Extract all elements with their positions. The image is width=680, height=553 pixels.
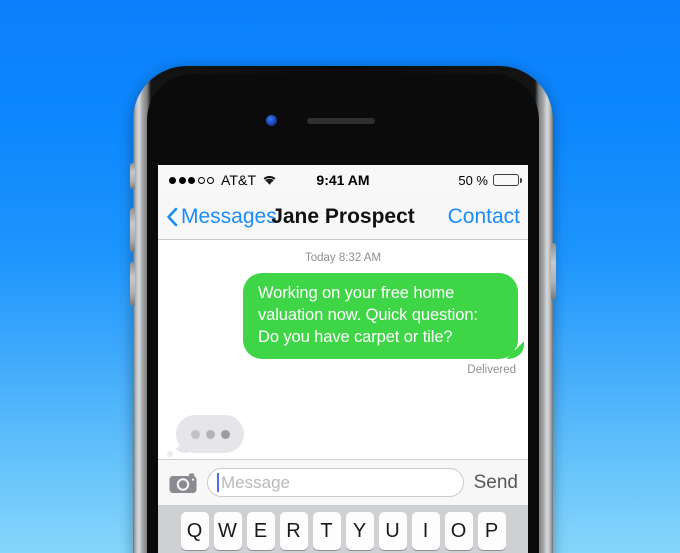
keyboard-key-q[interactable]: Q xyxy=(180,512,209,550)
volume-down-button[interactable] xyxy=(130,262,135,306)
signal-dot-1 xyxy=(169,176,176,184)
ring-silent-switch[interactable] xyxy=(130,163,135,189)
keyboard-key-e[interactable]: E xyxy=(246,512,275,550)
typing-dot-2 xyxy=(205,429,215,439)
carrier-label: AT&T xyxy=(221,172,257,188)
keyboard-key-r[interactable]: R xyxy=(279,512,308,550)
phone-screen: AT&T 9:41 AM 50 % Messages Jane Prospect… xyxy=(158,165,528,553)
keyboard-key-w[interactable]: W xyxy=(213,512,242,550)
camera-icon[interactable] xyxy=(169,472,197,494)
power-button[interactable] xyxy=(551,243,556,299)
battery-icon xyxy=(493,174,522,186)
keyboard-key-p[interactable]: P xyxy=(477,512,506,550)
text-caret xyxy=(217,473,219,492)
send-button[interactable]: Send xyxy=(474,472,518,494)
onscreen-keyboard[interactable]: QWERTYUIOP xyxy=(158,505,528,553)
typing-indicator xyxy=(167,415,244,457)
keyboard-top-row: QWERTYUIOP xyxy=(158,512,528,550)
signal-dot-5 xyxy=(207,176,214,184)
typing-dot-1 xyxy=(190,429,200,439)
battery-area: 50 % xyxy=(458,172,522,188)
keyboard-key-u[interactable]: U xyxy=(378,512,407,550)
wifi-icon xyxy=(262,174,277,186)
outgoing-message-bubble[interactable]: Working on your free home valuation now.… xyxy=(243,273,525,361)
signal-dot-4 xyxy=(197,176,205,184)
conversation-thread[interactable]: Today 8:32 AM Working on your free home … xyxy=(158,240,528,459)
navigation-bar: Messages Jane Prospect Contact xyxy=(158,195,528,240)
earpiece-speaker xyxy=(307,118,375,124)
message-input-placeholder: Message xyxy=(221,472,290,492)
battery-percent-label: 50 % xyxy=(458,172,488,188)
keyboard-key-o[interactable]: O xyxy=(444,512,473,550)
front-camera-icon xyxy=(266,115,277,126)
message-timestamp: Today 8:32 AM xyxy=(304,252,382,264)
delivery-status-label: Delivered xyxy=(467,364,516,377)
signal-dot-2 xyxy=(178,176,186,184)
message-input-bar: Message Send xyxy=(158,459,528,505)
volume-up-button[interactable] xyxy=(130,208,135,252)
status-bar: AT&T 9:41 AM 50 % xyxy=(158,165,528,195)
typing-indicator-bubble xyxy=(167,415,244,457)
back-button-label: Messages xyxy=(181,205,277,228)
signal-strength-icon xyxy=(169,176,214,184)
typing-tail-dot xyxy=(167,451,173,457)
keyboard-key-t[interactable]: T xyxy=(312,512,341,550)
contact-button[interactable]: Contact xyxy=(448,205,520,229)
signal-dot-3 xyxy=(188,176,195,184)
screenshot-stage: AT&T 9:41 AM 50 % Messages Jane Prospect… xyxy=(0,0,680,553)
chevron-left-icon xyxy=(166,207,178,227)
keyboard-key-i[interactable]: I xyxy=(411,512,440,550)
keyboard-key-y[interactable]: Y xyxy=(345,512,374,550)
typing-dot-3 xyxy=(220,429,230,439)
message-row: Working on your free home valuation now.… xyxy=(168,273,525,361)
back-to-messages-button[interactable]: Messages xyxy=(166,205,277,229)
message-input[interactable]: Message xyxy=(207,468,464,497)
